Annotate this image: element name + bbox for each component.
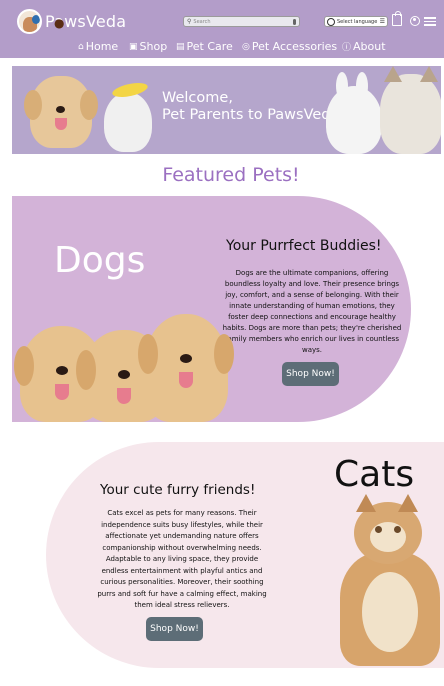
nav-shop[interactable]: ▣ Shop [129,40,167,53]
language-select[interactable]: Select language ☰ [324,16,388,27]
cats-title: Cats [334,454,415,495]
info-icon: ⓘ [342,43,352,53]
cats-shop-now-button[interactable]: Shop Now! [146,617,203,641]
home-icon: ⌂ [78,41,84,52]
nav-pet-accessories[interactable]: ◎ Pet Accessories [242,40,337,53]
mic-icon[interactable] [293,18,296,25]
cats-subtitle: Your cute furry friends! [100,482,256,498]
featured-heading: Featured Pets! [162,164,300,186]
dogs-subtitle: Your Purrfect Buddies! [226,238,382,254]
parrot-image [104,92,152,152]
nav-about[interactable]: ⓘ About [342,40,386,53]
language-label: Select language [337,18,378,25]
dogs-shop-now-button[interactable]: Shop Now! [282,362,339,386]
cart-small-icon: ▣ [129,41,138,52]
search-icon: ⚲ [187,18,192,25]
pet-care-icon: ▤ [176,41,185,52]
cart-icon[interactable] [392,11,402,26]
cat-image [332,494,442,666]
bunny-image [326,72,382,154]
puppies-image [12,296,252,422]
puppy-image [24,76,98,148]
main-nav: ⌂ Home ▣ Shop ▤ Pet Care ◎ Pet Accessories ⓘ… [0,40,444,54]
translate-icon: ☰ [379,18,385,25]
dogs-title: Dogs [54,240,146,281]
menu-icon[interactable] [424,17,436,26]
cats-section: Cats Your cute furry friends! Cats excel… [12,442,444,668]
user-icon[interactable] [410,16,420,26]
kitten-image [380,66,441,154]
logo-icon [17,9,42,34]
search-placeholder: Search [193,18,211,25]
paw-icon: ● [54,16,65,30]
cats-description: Cats excel as pets for many reasons. The… [97,509,267,609]
globe-icon [327,17,335,26]
search-input[interactable]: ⚲ Search [183,16,300,27]
logo[interactable]: PawsVeda ● [17,9,126,34]
nav-pet-care[interactable]: ▤ Pet Care [176,40,233,53]
brand-name: PawsVeda ● [45,12,127,31]
accessories-icon: ◎ [242,41,250,52]
hero-banner: Welcome, Pet Parents to PawsVeda! [12,66,441,154]
nav-home[interactable]: ⌂ Home [78,40,118,53]
dogs-section: Dogs Your Purrfect Buddies! Dogs are the… [12,196,444,422]
site-header: PawsVeda ● ⚲ Search Select language ☰ ⌂ H… [0,0,444,58]
hero-welcome-text: Welcome, Pet Parents to PawsVeda! [162,90,346,123]
